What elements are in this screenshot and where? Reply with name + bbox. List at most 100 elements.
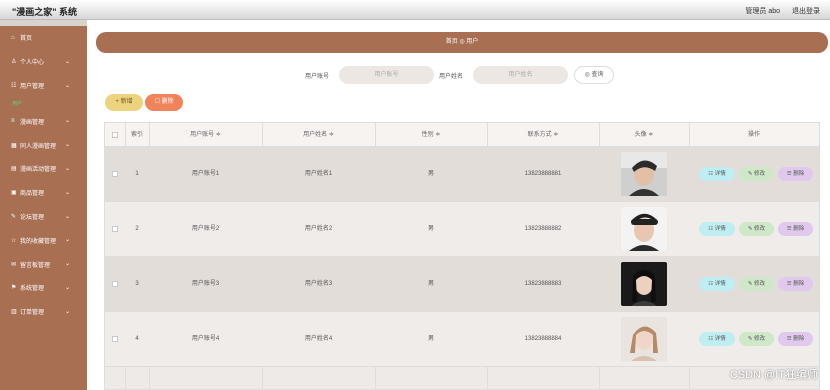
delete-row-button[interactable]: ☰ 删除 <box>778 332 813 346</box>
table-row: 1 用户账号1 用户姓名1 男 13823888881 ☷ 详情 ✎ 修改 ☰ … <box>105 147 819 202</box>
sidebar-item-orders[interactable]: ▥ 订单管理 ⌄ <box>0 300 87 324</box>
cell-phone: 13823888883 <box>524 281 562 287</box>
cell-index: 1 <box>135 171 139 177</box>
delete-button[interactable]: ☐ 删除 <box>145 94 183 111</box>
sidebar-item-goods[interactable]: ▣ 商品管理 ⌄ <box>0 181 87 205</box>
sidebar-item-label: 漫画活动管理 <box>20 167 57 174</box>
row-checkbox[interactable] <box>112 281 118 287</box>
sidebar-item-label: 系统管理 <box>20 286 45 293</box>
flag-icon: ⚑ <box>11 285 17 292</box>
chevron-down-icon: ⌄ <box>64 58 70 65</box>
avatar <box>621 317 667 361</box>
avatar <box>621 152 667 196</box>
cell-name: 用户姓名3 <box>304 281 333 287</box>
header-name[interactable]: 用户姓名 ≑ <box>262 123 375 147</box>
detail-button[interactable]: ☷ 详情 <box>699 167 735 181</box>
table-row: 3 用户账号3 用户姓名3 男 13823888883 ☷ 详情 ✎ 修改 ☰ … <box>105 257 819 312</box>
row-checkbox[interactable] <box>112 171 118 177</box>
table-row: 4 用户账号4 用户姓名4 男 13823888884 ☷ 详情 ✎ 修改 ☰ … <box>105 312 819 367</box>
sidebar-item-activities[interactable]: ▤ 漫画活动管理 ⌄ <box>0 157 87 181</box>
account-label: 用户账号 <box>305 74 330 80</box>
select-all-checkbox[interactable] <box>112 132 118 138</box>
header-actions: 操作 <box>747 132 760 138</box>
current-user: 管理员 abo <box>745 8 780 15</box>
sidebar-item-label: 同人漫画管理 <box>20 143 57 150</box>
sidebar-item-system[interactable]: ⚑ 系统管理 ⌄ <box>0 276 87 300</box>
cell-phone: 13823888881 <box>524 171 562 177</box>
header-gender[interactable]: 性别 ≑ <box>375 123 487 147</box>
detail-button[interactable]: ☷ 详情 <box>699 332 735 346</box>
main-content: 首页 ◎ 用户 用户账号 用户账号 用户姓名 用户姓名 ◎ 查询 + 新增 ☐ … <box>87 20 830 390</box>
search-button[interactable]: ◎ 查询 <box>574 66 614 84</box>
sidebar-item-label: 留言板管理 <box>20 262 51 269</box>
header-account[interactable]: 用户账号 ≑ <box>149 123 262 147</box>
users-icon: ☷ <box>11 82 17 89</box>
name-search-input[interactable]: 用户姓名 <box>473 66 568 84</box>
sidebar-item-label: 用户管理 <box>20 83 45 90</box>
app-title: "漫画之家" 系统 <box>12 7 78 17</box>
delete-row-button[interactable]: ☰ 删除 <box>778 167 813 181</box>
table-row: 2 用户账号2 用户姓名2 男 13823888882 ☷ 详情 ✎ 修改 ☰ … <box>105 202 819 257</box>
home-icon: ⌂ <box>11 34 15 41</box>
watermark: CSDN @IT狂编师 <box>729 369 818 381</box>
detail-button[interactable]: ☷ 详情 <box>699 277 735 291</box>
chevron-down-icon: ⌄ <box>64 308 70 315</box>
chevron-down-icon: ⌄ <box>64 165 70 172</box>
edit-button[interactable]: ✎ 修改 <box>739 167 774 181</box>
top-bar: "漫画之家" 系统 管理员 abo 退出登录 <box>0 0 830 20</box>
cell-account: 用户账号2 <box>191 226 220 232</box>
cell-name: 用户姓名2 <box>304 226 333 232</box>
logout-link[interactable]: 退出登录 <box>792 6 820 16</box>
sidebar-item-forum[interactable]: ✎ 论坛管理 ⌄ <box>0 205 87 229</box>
avatar <box>621 207 667 251</box>
sidebar-item-home[interactable]: ⌂ 首页 <box>0 26 87 50</box>
chevron-down-icon: ⌄ <box>64 82 70 89</box>
header-phone[interactable]: 联系方式 ≑ <box>487 123 599 147</box>
breadcrumb: 首页 ◎ 用户 <box>96 32 828 53</box>
delete-row-button[interactable]: ☰ 删除 <box>778 277 813 291</box>
row-checkbox[interactable] <box>112 226 118 232</box>
name-label: 用户姓名 <box>439 74 464 80</box>
header-avatar[interactable]: 头像 ≑ <box>599 123 689 147</box>
cell-phone: 13823888882 <box>524 226 562 232</box>
cell-account: 用户账号3 <box>191 281 220 287</box>
sidebar-item-messages[interactable]: ✉ 留言板管理 ⌄ <box>0 252 87 276</box>
cell-account: 用户账号1 <box>191 171 220 177</box>
activity-icon: ▤ <box>11 166 17 173</box>
sidebar-item-comics[interactable]: ≡ 漫画管理 ⌄ <box>0 109 87 133</box>
table-header: 索引 用户账号 ≑ 用户姓名 ≑ 性别 ≑ 联系方式 ≑ 头像 ≑ 操作 <box>105 123 819 147</box>
search-row: 用户账号 用户账号 用户姓名 用户姓名 ◎ 查询 <box>87 66 830 84</box>
cell-gender: 男 <box>427 171 434 177</box>
sidebar-item-label: 漫画管理 <box>20 119 45 126</box>
sidebar-item-label: 商品管理 <box>20 191 45 198</box>
cell-name: 用户姓名1 <box>304 171 333 177</box>
sidebar-item-fan-comics[interactable]: ▦ 同人漫画管理 ⌄ <box>0 133 87 157</box>
cell-phone: 13823888884 <box>524 336 562 342</box>
row-checkbox[interactable] <box>112 336 118 342</box>
chevron-down-icon: ⌄ <box>64 261 70 268</box>
sidebar-item-users[interactable]: ☷ 用户管理 ⌄ <box>0 74 87 98</box>
top-links: 管理员 abo 退出登录 <box>745 6 820 16</box>
sidebar-subitem-user[interactable]: 用户 <box>0 97 87 109</box>
sidebar-item-label: 订单管理 <box>20 310 45 317</box>
chevron-down-icon: ⌄ <box>64 118 70 125</box>
detail-button[interactable]: ☷ 详情 <box>699 222 735 236</box>
sidebar-item-label: 论坛管理 <box>20 214 45 221</box>
cell-name: 用户姓名4 <box>304 336 333 342</box>
edit-button[interactable]: ✎ 修改 <box>739 277 774 291</box>
chevron-down-icon: ⌄ <box>64 213 70 220</box>
edit-button[interactable]: ✎ 修改 <box>739 222 774 236</box>
edit-button[interactable]: ✎ 修改 <box>739 332 774 346</box>
sidebar-item-label: 个人中心 <box>20 60 45 67</box>
chevron-down-icon: ⌄ <box>64 142 70 149</box>
cell-gender: 男 <box>427 226 434 232</box>
add-button[interactable]: + 新增 <box>105 94 143 111</box>
avatar <box>621 262 667 306</box>
account-search-input[interactable]: 用户账号 <box>339 66 434 84</box>
sidebar-item-profile[interactable]: ♙ 个人中心 ⌄ <box>0 50 87 74</box>
chevron-down-icon: ⌄ <box>64 237 70 244</box>
sidebar-item-favorites[interactable]: ☆ 我的收藏管理 ⌄ <box>0 228 87 252</box>
order-icon: ▥ <box>11 309 17 316</box>
user-icon: ♙ <box>11 59 17 66</box>
delete-row-button[interactable]: ☰ 删除 <box>778 222 813 236</box>
